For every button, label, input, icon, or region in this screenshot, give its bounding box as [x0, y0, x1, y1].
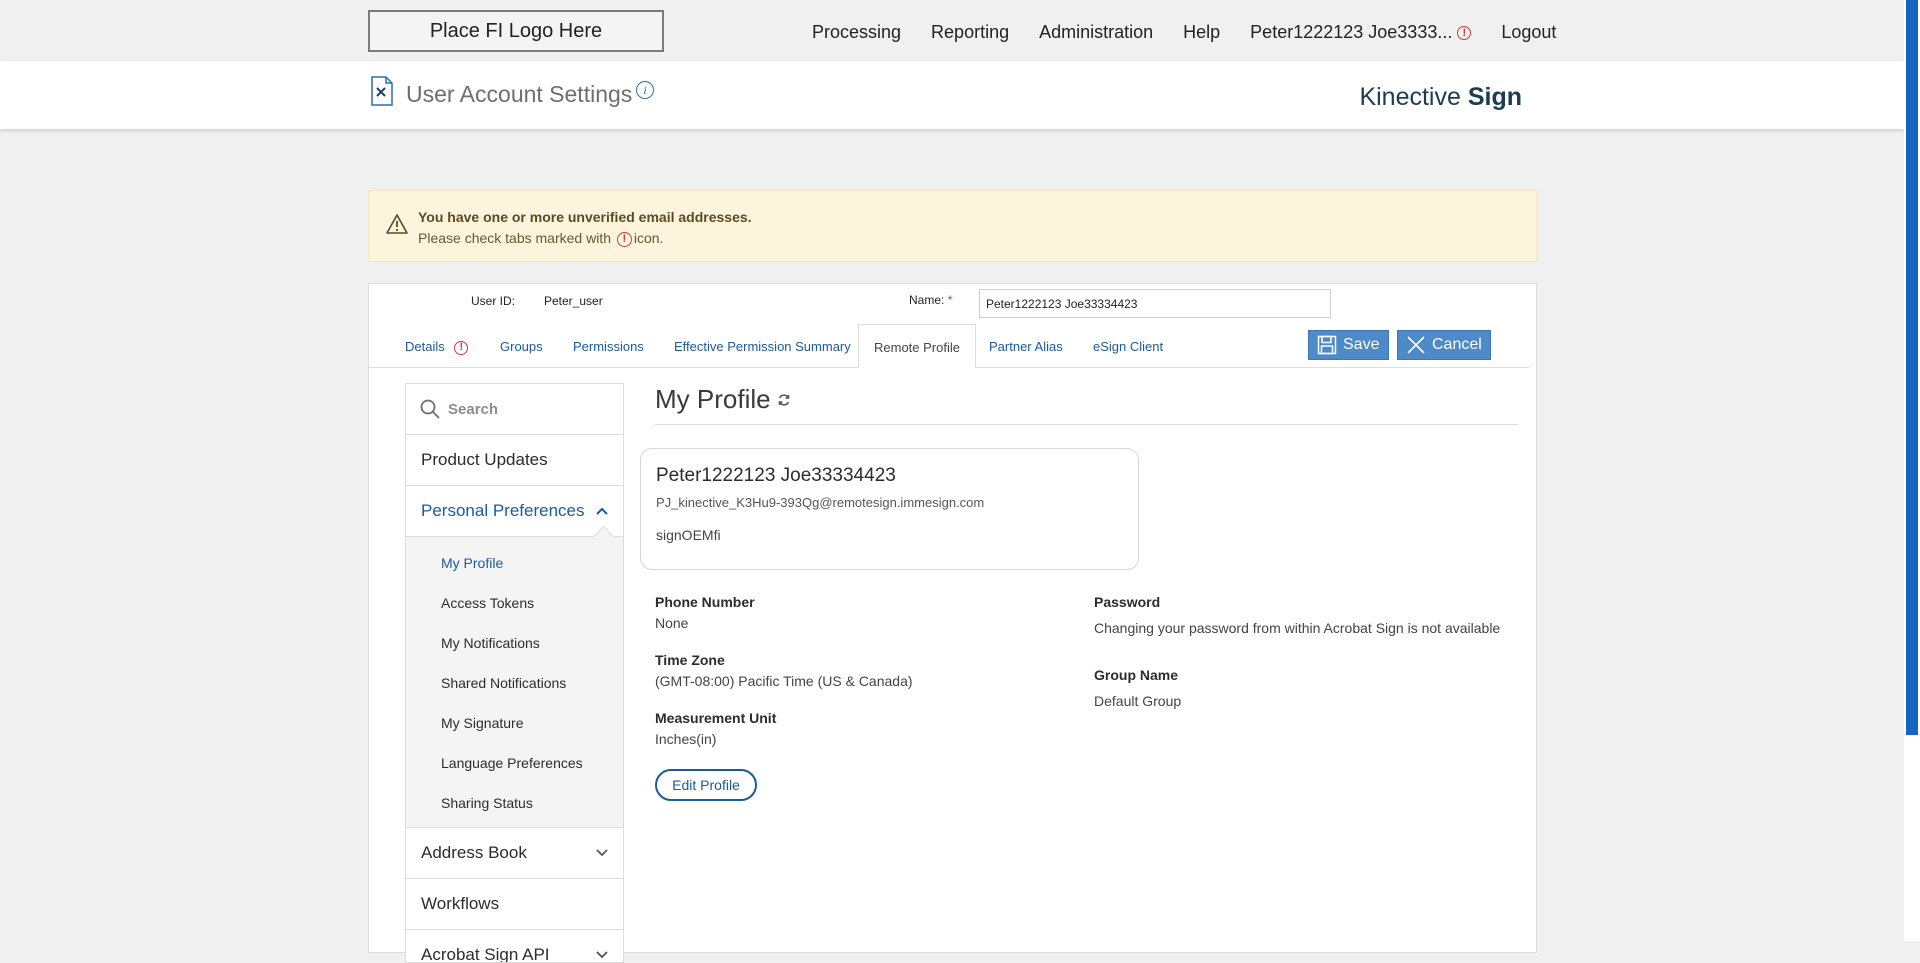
tab-groups[interactable]: Groups — [500, 324, 543, 367]
chevron-down-icon — [596, 849, 608, 857]
name-label: Name: * — [909, 293, 953, 307]
sidebar-subitem-language-preferences[interactable]: Language Preferences — [406, 743, 623, 783]
refresh-icon[interactable] — [777, 393, 791, 407]
settings-sidebar: Search Product Updates Personal Preferen… — [405, 383, 624, 963]
fi-logo-placeholder: Place FI Logo Here — [368, 10, 664, 52]
sidebar-item-personal-preferences[interactable]: Personal Preferences — [406, 486, 623, 548]
my-profile-heading: My Profile — [655, 384, 791, 415]
profile-card: Peter1222123 Joe33334423 PJ_kinective_K3… — [640, 448, 1139, 570]
search-icon — [420, 399, 440, 419]
page-settings-icon — [371, 76, 393, 106]
required-marker: * — [947, 293, 953, 307]
unverified-email-warning: You have one or more unverified email ad… — [368, 190, 1537, 262]
account-settings-panel: User ID: Peter_user Name: * Details ! Gr… — [368, 283, 1537, 963]
nav-reporting[interactable]: Reporting — [931, 22, 1009, 43]
sidebar-subitem-shared-notifications[interactable]: Shared Notifications — [406, 663, 623, 703]
sidebar-item-workflows[interactable]: Workflows — [406, 879, 623, 930]
sidebar-subitem-my-profile[interactable]: My Profile — [406, 543, 623, 583]
page-header: User Account Settings i Kinective Sign — [0, 61, 1904, 129]
sidebar-subitem-my-signature[interactable]: My Signature — [406, 703, 623, 743]
warning-title: You have one or more unverified email ad… — [418, 209, 752, 225]
phone-value: None — [655, 615, 689, 631]
tab-permissions[interactable]: Permissions — [573, 324, 644, 367]
profile-name: Peter1222123 Joe33334423 — [656, 465, 896, 486]
top-navigation-bar: Place FI Logo Here Processing Reporting … — [0, 0, 1904, 61]
save-disk-icon — [1317, 335, 1337, 355]
warning-subtext: Please check tabs marked with ! icon. — [418, 230, 664, 247]
sidebar-item-product-updates[interactable]: Product Updates — [406, 435, 623, 486]
alert-circle-icon: ! — [454, 340, 469, 355]
edit-profile-button[interactable]: Edit Profile — [655, 769, 757, 801]
save-button[interactable]: Save — [1308, 330, 1389, 360]
cancel-button[interactable]: Cancel — [1397, 330, 1491, 360]
tab-partner-alias[interactable]: Partner Alias — [989, 324, 1063, 367]
close-x-icon — [1407, 336, 1425, 354]
nav-user-menu[interactable]: Peter1222123 Joe3333... ! — [1250, 22, 1472, 43]
nav-help[interactable]: Help — [1183, 22, 1220, 43]
name-input[interactable] — [979, 289, 1331, 318]
user-id-value: Peter_user — [544, 294, 603, 308]
tab-details[interactable]: Details ! — [405, 324, 469, 367]
right-edge-scrollbar[interactable] — [1904, 0, 1920, 941]
user-name: Peter1222123 Joe3333... — [1250, 22, 1453, 42]
sidebar-search[interactable]: Search — [406, 384, 623, 435]
group-name-value: Default Group — [1094, 693, 1182, 709]
page-title: User Account Settings — [406, 81, 633, 107]
group-name-label: Group Name — [1094, 667, 1179, 683]
sidebar-subitem-access-tokens[interactable]: Access Tokens — [406, 583, 623, 623]
tab-effective-permission-summary[interactable]: Effective Permission Summary — [674, 324, 851, 367]
brand-logo: Kinective Sign — [1359, 83, 1522, 111]
warning-icon — [386, 214, 408, 234]
profile-email: PJ_kinective_K3Hu9-393Qg@remotesign.imme… — [656, 495, 985, 510]
tab-esign-client[interactable]: eSign Client — [1093, 324, 1163, 367]
alert-circle-icon: ! — [616, 231, 632, 247]
measurement-unit-value: Inches(in) — [655, 731, 717, 747]
nav-administration[interactable]: Administration — [1039, 22, 1153, 43]
search-placeholder: Search — [448, 400, 499, 418]
nav-processing[interactable]: Processing — [812, 22, 901, 43]
info-icon[interactable]: i — [636, 81, 654, 99]
chevron-down-icon — [596, 951, 608, 959]
profile-organization: signOEMfi — [656, 527, 721, 543]
password-label: Password — [1094, 594, 1161, 610]
measurement-unit-label: Measurement Unit — [655, 710, 777, 726]
top-nav-menu: Processing Reporting Administration Help… — [812, 22, 1556, 43]
sidebar-subitem-my-notifications[interactable]: My Notifications — [406, 623, 623, 663]
phone-label: Phone Number — [655, 594, 755, 610]
sidebar-item-address-book[interactable]: Address Book — [406, 828, 623, 879]
password-value: Changing your password from within Acrob… — [1094, 620, 1501, 636]
nav-logout[interactable]: Logout — [1501, 22, 1556, 43]
tab-remote-profile[interactable]: Remote Profile — [858, 324, 976, 368]
sidebar-item-acrobat-sign-api[interactable]: Acrobat Sign API — [406, 930, 623, 962]
time-zone-value: (GMT-08:00) Pacific Time (US & Canada) — [655, 673, 913, 689]
alert-circle-icon: ! — [1457, 26, 1472, 41]
personal-preferences-submenu: My Profile Access Tokens My Notification… — [406, 537, 623, 828]
time-zone-label: Time Zone — [655, 652, 725, 668]
heading-divider — [655, 424, 1518, 425]
user-id-label: User ID: — [471, 294, 516, 308]
chevron-up-icon — [596, 507, 608, 515]
sidebar-subitem-sharing-status[interactable]: Sharing Status — [406, 783, 623, 823]
